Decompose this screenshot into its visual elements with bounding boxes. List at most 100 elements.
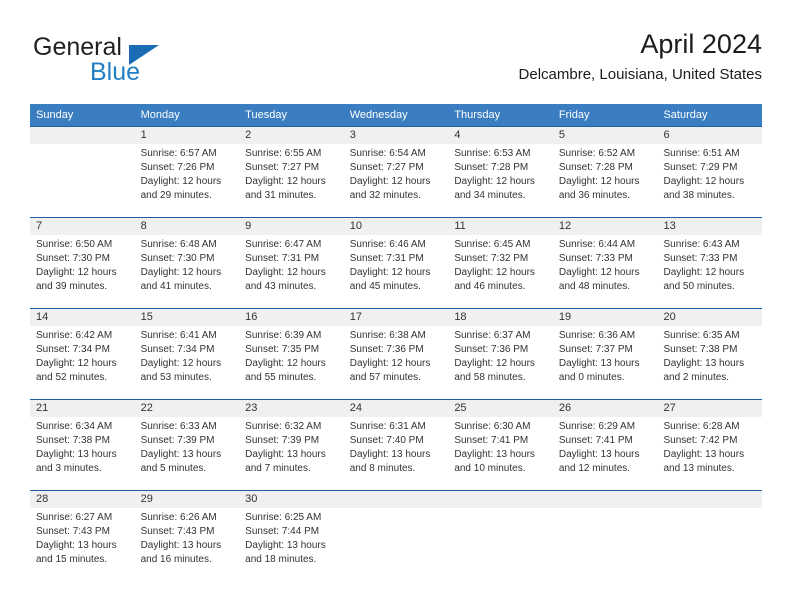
day-number[interactable]: 20 — [657, 309, 762, 326]
sunset-text: Sunset: 7:33 PM — [558, 253, 633, 264]
daylight-text-line2: and 13 minutes. — [663, 463, 735, 474]
daylight-text-line2: and 48 minutes. — [558, 281, 631, 292]
day-number[interactable]: 1 — [135, 127, 240, 144]
day-number[interactable]: 6 — [657, 127, 762, 144]
day-cell[interactable]: Sunrise: 6:29 AM Sunset: 7:41 PM Dayligh… — [553, 417, 658, 490]
day-cell[interactable]: Sunrise: 6:42 AM Sunset: 7:34 PM Dayligh… — [30, 326, 135, 399]
day-cell[interactable]: Sunrise: 6:51 AM Sunset: 7:29 PM Dayligh… — [657, 144, 762, 217]
day-cell[interactable]: Sunrise: 6:54 AM Sunset: 7:27 PM Dayligh… — [344, 144, 449, 217]
day-cell[interactable]: Sunrise: 6:32 AM Sunset: 7:39 PM Dayligh… — [239, 417, 344, 490]
sunrise-text: Sunrise: 6:39 AM — [245, 330, 322, 341]
day-number[interactable]: 28 — [30, 491, 135, 508]
day-cell[interactable]: Sunrise: 6:27 AM Sunset: 7:43 PM Dayligh… — [30, 508, 135, 581]
day-cell[interactable]: Sunrise: 6:28 AM Sunset: 7:42 PM Dayligh… — [657, 417, 762, 490]
day-cell[interactable]: Sunrise: 6:39 AM Sunset: 7:35 PM Dayligh… — [239, 326, 344, 399]
day-cell[interactable]: Sunrise: 6:34 AM Sunset: 7:38 PM Dayligh… — [30, 417, 135, 490]
day-cell[interactable]: Sunrise: 6:31 AM Sunset: 7:40 PM Dayligh… — [344, 417, 449, 490]
sunrise-text: Sunrise: 6:27 AM — [36, 512, 113, 523]
day-cell[interactable]: Sunrise: 6:41 AM Sunset: 7:34 PM Dayligh… — [135, 326, 240, 399]
day-cell[interactable]: Sunrise: 6:48 AM Sunset: 7:30 PM Dayligh… — [135, 235, 240, 308]
weekday-header-sunday: Sunday — [36, 109, 74, 121]
day-number[interactable]: 16 — [239, 309, 344, 326]
day-cell[interactable] — [344, 508, 449, 581]
calendar-week-row: 21 22 23 24 25 26 27 Sunrise: 6:34 AM Su… — [30, 399, 762, 490]
sunrise-text: Sunrise: 6:51 AM — [663, 148, 740, 159]
daylight-text-line1: Daylight: 12 hours — [454, 267, 535, 278]
day-number[interactable]: 29 — [135, 491, 240, 508]
day-number[interactable]: 15 — [135, 309, 240, 326]
day-number[interactable]: 13 — [657, 218, 762, 235]
day-cell[interactable]: Sunrise: 6:26 AM Sunset: 7:43 PM Dayligh… — [135, 508, 240, 581]
day-number[interactable]: 3 — [344, 127, 449, 144]
day-number[interactable]: 30 — [239, 491, 344, 508]
day-cell[interactable]: Sunrise: 6:45 AM Sunset: 7:32 PM Dayligh… — [448, 235, 553, 308]
day-number[interactable]: 12 — [553, 218, 658, 235]
daylight-text-line2: and 8 minutes. — [349, 463, 416, 474]
day-cell[interactable] — [553, 508, 658, 581]
day-number[interactable]: 14 — [30, 309, 135, 326]
day-number[interactable]: 5 — [553, 127, 658, 144]
day-number[interactable] — [344, 491, 449, 508]
day-cell[interactable]: Sunrise: 6:37 AM Sunset: 7:36 PM Dayligh… — [448, 326, 553, 399]
sunset-text: Sunset: 7:39 PM — [140, 435, 215, 446]
day-number[interactable]: 27 — [657, 400, 762, 417]
calendar-week-row: 7 8 9 10 11 12 13 Sunrise: 6:50 AM Sunse… — [30, 217, 762, 308]
day-number[interactable]: 4 — [448, 127, 553, 144]
day-number[interactable] — [553, 491, 658, 508]
sunset-text: Sunset: 7:35 PM — [245, 344, 320, 355]
day-cell[interactable]: Sunrise: 6:38 AM Sunset: 7:36 PM Dayligh… — [344, 326, 449, 399]
daylight-text-line1: Daylight: 13 hours — [245, 449, 326, 460]
day-cell[interactable] — [657, 508, 762, 581]
daylight-text-line1: Daylight: 12 hours — [140, 267, 222, 278]
sunrise-text: Sunrise: 6:35 AM — [663, 330, 740, 341]
day-cell[interactable]: Sunrise: 6:30 AM Sunset: 7:41 PM Dayligh… — [448, 417, 553, 490]
daylight-text-line2: and 38 minutes. — [663, 190, 735, 201]
day-cell[interactable]: Sunrise: 6:44 AM Sunset: 7:33 PM Dayligh… — [553, 235, 658, 308]
day-cell[interactable]: Sunrise: 6:53 AM Sunset: 7:28 PM Dayligh… — [448, 144, 553, 217]
day-number[interactable] — [448, 491, 553, 508]
day-number[interactable]: 8 — [135, 218, 240, 235]
day-number[interactable]: 23 — [239, 400, 344, 417]
sunrise-text: Sunrise: 6:45 AM — [454, 239, 531, 250]
day-number[interactable]: 26 — [553, 400, 658, 417]
day-number[interactable]: 9 — [239, 218, 344, 235]
day-number[interactable]: 18 — [448, 309, 553, 326]
day-cell[interactable]: Sunrise: 6:50 AM Sunset: 7:30 PM Dayligh… — [30, 235, 135, 308]
day-cell[interactable]: Sunrise: 6:52 AM Sunset: 7:28 PM Dayligh… — [553, 144, 658, 217]
sunrise-text: Sunrise: 6:32 AM — [245, 421, 322, 432]
general-blue-logo[interactable]: General Blue — [30, 34, 250, 90]
day-number[interactable]: 10 — [344, 218, 449, 235]
week-daynumber-band: 28 29 30 — [30, 491, 762, 508]
day-cell[interactable]: Sunrise: 6:55 AM Sunset: 7:27 PM Dayligh… — [239, 144, 344, 217]
weekday-header-friday: Friday — [558, 109, 590, 121]
daylight-text-line1: Daylight: 13 hours — [663, 358, 745, 369]
day-number[interactable] — [657, 491, 762, 508]
day-number[interactable]: 19 — [553, 309, 658, 326]
day-number[interactable]: 2 — [239, 127, 344, 144]
day-number[interactable]: 24 — [344, 400, 449, 417]
week-detail-band: Sunrise: 6:50 AM Sunset: 7:30 PM Dayligh… — [30, 235, 762, 308]
day-cell[interactable]: Sunrise: 6:25 AM Sunset: 7:44 PM Dayligh… — [239, 508, 344, 581]
day-number[interactable]: 7 — [30, 218, 135, 235]
day-number[interactable]: 21 — [30, 400, 135, 417]
daylight-text-line2: and 10 minutes. — [454, 463, 526, 474]
sunrise-text: Sunrise: 6:43 AM — [663, 239, 740, 250]
day-cell[interactable]: Sunrise: 6:33 AM Sunset: 7:39 PM Dayligh… — [135, 417, 240, 490]
day-cell[interactable] — [30, 144, 135, 217]
page-title: April 2024 — [640, 29, 762, 59]
day-cell[interactable]: Sunrise: 6:36 AM Sunset: 7:37 PM Dayligh… — [553, 326, 658, 399]
day-cell[interactable] — [448, 508, 553, 581]
day-cell[interactable]: Sunrise: 6:46 AM Sunset: 7:31 PM Dayligh… — [344, 235, 449, 308]
sunset-text: Sunset: 7:40 PM — [349, 435, 424, 446]
day-number[interactable]: 25 — [448, 400, 553, 417]
daylight-text-line2: and 2 minutes. — [663, 372, 730, 383]
day-cell[interactable]: Sunrise: 6:57 AM Sunset: 7:26 PM Dayligh… — [135, 144, 240, 217]
day-number[interactable]: 11 — [448, 218, 553, 235]
sunset-text: Sunset: 7:26 PM — [140, 162, 215, 173]
day-number[interactable] — [30, 127, 135, 144]
day-cell[interactable]: Sunrise: 6:43 AM Sunset: 7:33 PM Dayligh… — [657, 235, 762, 308]
day-cell[interactable]: Sunrise: 6:35 AM Sunset: 7:38 PM Dayligh… — [657, 326, 762, 399]
day-cell[interactable]: Sunrise: 6:47 AM Sunset: 7:31 PM Dayligh… — [239, 235, 344, 308]
day-number[interactable]: 22 — [135, 400, 240, 417]
day-number[interactable]: 17 — [344, 309, 449, 326]
